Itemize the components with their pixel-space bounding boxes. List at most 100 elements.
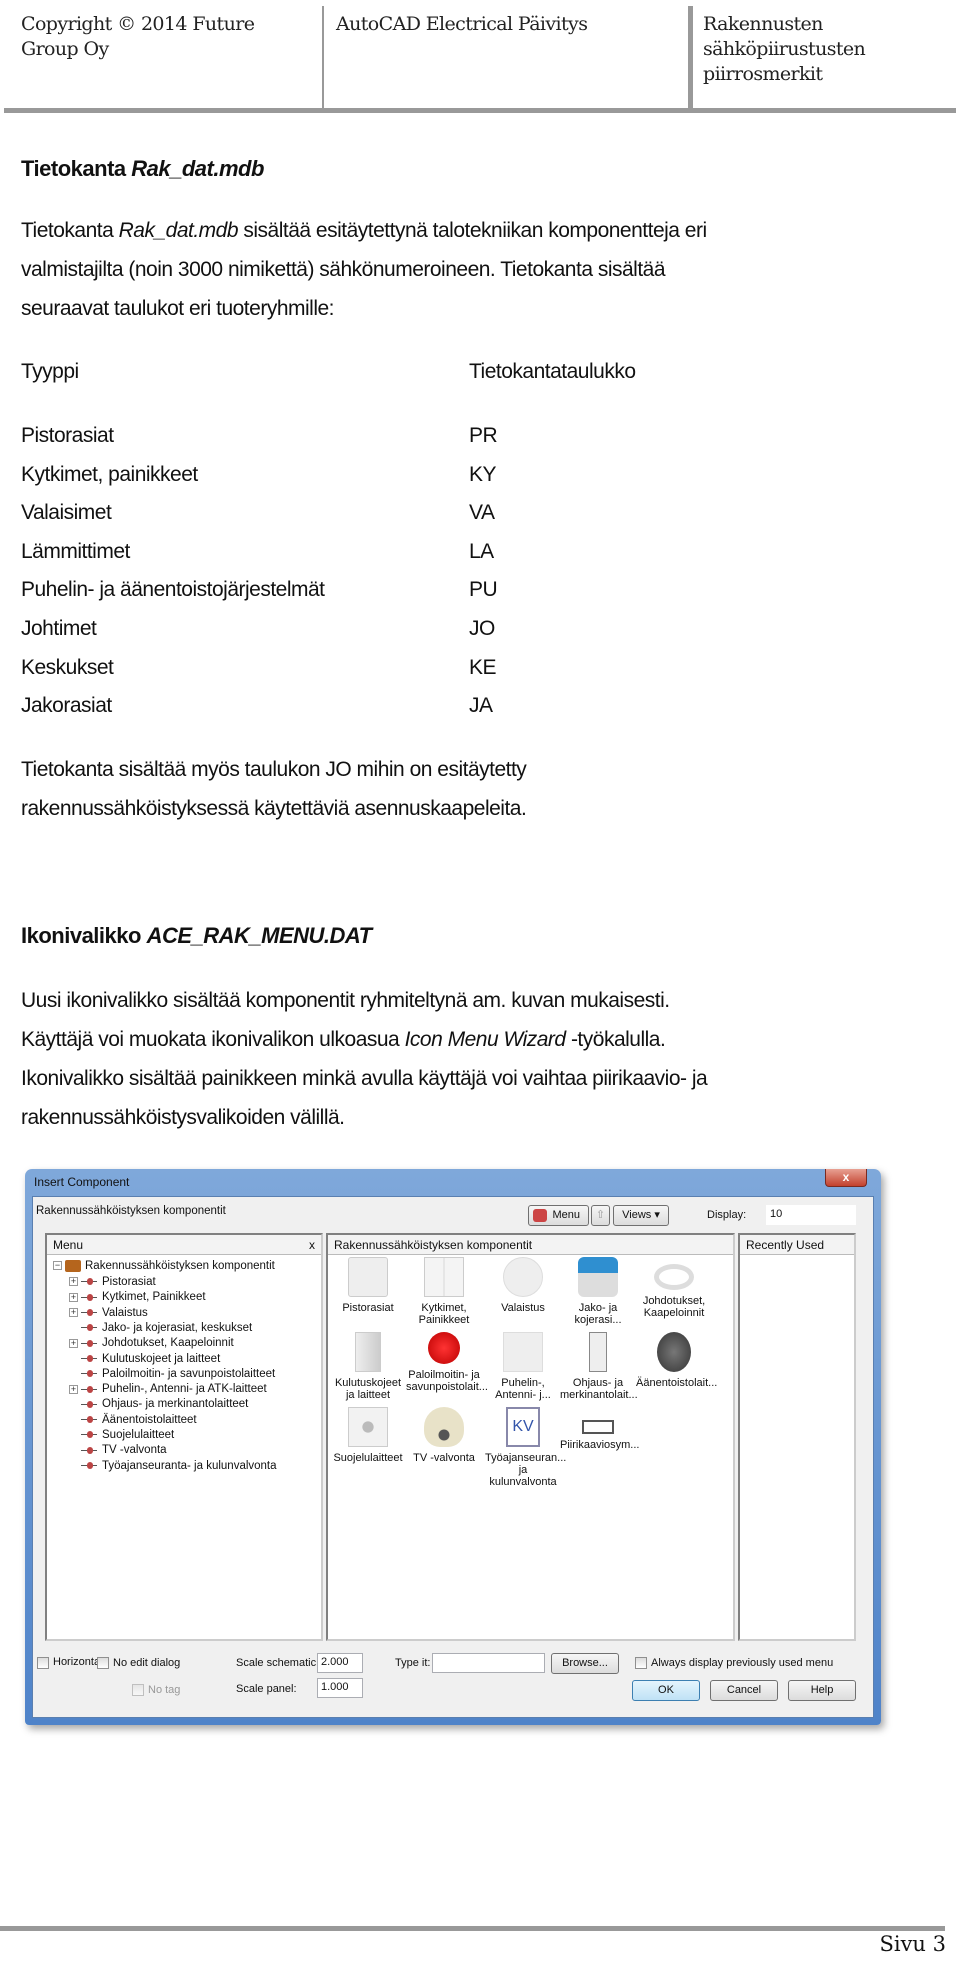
table-row-type: Kytkimet, painikkeet — [21, 462, 198, 486]
expand-icon[interactable]: + — [69, 1308, 78, 1318]
expand-icon[interactable]: + — [69, 1277, 78, 1287]
component-tile[interactable]: Puhelin-, Antenni- j... — [485, 1332, 561, 1401]
views-button[interactable]: Views ▾ — [613, 1205, 669, 1226]
help-button[interactable]: Help — [788, 1680, 856, 1701]
tree-item-label: Työajanseuranta- ja kulunvalvonta — [102, 1459, 277, 1472]
type-it-input[interactable] — [432, 1653, 545, 1673]
table-row-type: Lämmittimet — [21, 539, 130, 563]
text: -työkalulla. — [565, 1028, 666, 1051]
horizontal-checkbox[interactable] — [37, 1657, 49, 1669]
recently-used-panel: Recently Used — [738, 1233, 856, 1641]
menu-panel-title: Menu — [53, 1238, 84, 1252]
ok-button[interactable]: OK — [632, 1680, 700, 1701]
no-tag-checkbox[interactable] — [132, 1684, 144, 1696]
close-button[interactable]: x — [825, 1169, 867, 1187]
no-edit-dialog-label: No edit dialog — [113, 1657, 181, 1669]
component-tile[interactable]: Valaistus — [485, 1257, 561, 1314]
no-tag-label: No tag — [148, 1684, 181, 1696]
scale-schematic-input[interactable]: 2.000 — [317, 1653, 363, 1673]
tree-item[interactable]: + Pistorasiat — [69, 1275, 156, 1290]
tree-item-label: Äänentoistolaitteet — [102, 1413, 197, 1426]
table-row-type: Keskukset — [21, 655, 114, 679]
switch-icon — [424, 1257, 464, 1297]
always-display-checkbox[interactable] — [635, 1657, 647, 1669]
tree-item-label: Puhelin-, Antenni- ja ATK-laitteet — [102, 1383, 267, 1396]
close-icon[interactable]: x — [309, 1238, 315, 1252]
tree-item-label: Jako- ja kojerasiat, keskukset — [102, 1321, 253, 1334]
component-tile[interactable]: Johdotukset, Kaapeloinnit — [636, 1257, 712, 1319]
tree-item[interactable]: Kulutuskojeet ja laitteet — [81, 1352, 220, 1367]
component-tile[interactable]: Suojelulaitteet — [330, 1407, 406, 1464]
menu-button-label: Menu — [552, 1209, 580, 1221]
component-tile[interactable]: TV -valvonta — [406, 1407, 482, 1464]
collapse-icon[interactable]: − — [53, 1261, 62, 1271]
tree-item[interactable]: + Johdotukset, Kaapeloinnit — [69, 1336, 234, 1351]
tree-item[interactable]: Jako- ja kojerasiat, keskukset — [81, 1321, 252, 1336]
tree-root[interactable]: − Rakennussähköistyksen komponentit — [53, 1259, 275, 1274]
tree-item-label: Ohjaus- ja merkinantolaitteet — [102, 1398, 249, 1411]
menu-panel-header: Menu x — [47, 1235, 321, 1255]
heading-database: Tietokanta Rak_dat.mdb — [21, 156, 264, 182]
expand-icon[interactable]: + — [69, 1384, 78, 1394]
no-edit-dialog-checkbox[interactable] — [97, 1657, 109, 1669]
table-header-type: Tyyppi — [21, 360, 79, 383]
component-tile[interactable]: Pistorasiat — [330, 1257, 406, 1314]
icons-panel-title: Rakennussähköistyksen komponentit — [328, 1235, 733, 1255]
component-tile[interactable]: Äänentoistolait... — [636, 1332, 718, 1389]
tree-item[interactable]: + Valaistus — [69, 1306, 148, 1321]
table-row-type: Puhelin- ja äänentoistojärjestelmät — [21, 578, 325, 602]
table-row-code: JA — [469, 694, 493, 718]
component-icon — [81, 1278, 97, 1286]
table-row-type: Jakorasiat — [21, 694, 112, 718]
component-tile[interactable]: Jako- ja kojerasi... — [560, 1257, 636, 1326]
dialog-client: Rakennussähköistyksen komponentit Menu ⇧… — [32, 1196, 874, 1718]
antenna-socket-icon — [503, 1332, 543, 1372]
component-icon — [81, 1324, 97, 1332]
tree-item[interactable]: Ohjaus- ja merkinantolaitteet — [81, 1397, 248, 1412]
tree-item[interactable]: + Puhelin-, Antenni- ja ATK-laitteet — [69, 1382, 267, 1397]
component-tile[interactable]: Kulutuskojeet ja laitteet — [330, 1332, 406, 1401]
page-header: Copyright © 2014 Future Group Oy AutoCAD… — [0, 0, 960, 113]
component-tile[interactable]: Paloilmoitin- ja savunpoistolait... — [406, 1332, 488, 1393]
table-row-code: PR — [469, 424, 498, 447]
folder-icon — [65, 1259, 81, 1272]
icons-panel: Rakennussähköistyksen komponentit Pistor… — [326, 1233, 735, 1641]
heading-text: Ikonivalikko — [21, 923, 147, 948]
paragraph-line: rakennussähköistysvalikoiden välillä. — [21, 1106, 345, 1129]
tree-item-label: Kulutuskojeet ja laitteet — [102, 1352, 221, 1365]
component-icon — [81, 1370, 97, 1378]
cancel-button[interactable]: Cancel — [710, 1680, 778, 1701]
table-row-code: KE — [469, 655, 497, 679]
camera-icon — [424, 1407, 464, 1447]
expand-icon[interactable]: + — [69, 1292, 78, 1302]
tree-item[interactable]: Työajanseuranta- ja kulunvalvonta — [81, 1459, 277, 1474]
component-tile[interactable]: KV Työajanseuran... ja kulunvalvonta — [485, 1407, 566, 1488]
speaker-icon — [657, 1332, 691, 1372]
tree-item[interactable]: + Kytkimet, Painikkeet — [69, 1290, 206, 1305]
text: Käyttäjä voi muokata ikonivalikon ulkoas… — [21, 1028, 405, 1051]
expand-icon[interactable]: + — [69, 1338, 78, 1348]
heading-icon-menu: Ikonivalikko ACE_RAK_MENU.DAT — [21, 923, 372, 949]
tree-item[interactable]: TV -valvonta — [81, 1443, 167, 1458]
up-button[interactable]: ⇧ — [591, 1205, 610, 1226]
component-icon — [81, 1293, 97, 1301]
scale-panel-label: Scale panel: — [236, 1683, 297, 1695]
tree-item[interactable]: Suojelulaitteet — [81, 1428, 174, 1443]
component-tile[interactable]: Piirikaaviosym... — [560, 1407, 639, 1451]
paragraph-line: Tietokanta Rak_dat.mdb sisältää esitäyte… — [21, 218, 707, 244]
table-row-type: Pistorasiat — [21, 424, 114, 447]
schematic-symbol-icon — [582, 1420, 614, 1434]
display-input[interactable]: 10 — [766, 1205, 856, 1225]
display-label: Display: — [707, 1209, 747, 1221]
heading-filename: Rak_dat.mdb — [131, 156, 264, 181]
tree-item-label: Johdotukset, Kaapeloinnit — [102, 1337, 234, 1350]
insert-component-dialog: Insert Component x Rakennussähköistyksen… — [25, 1169, 881, 1725]
browse-button[interactable]: Browse... — [551, 1653, 619, 1674]
tree-item[interactable]: Äänentoistolaitteet — [81, 1413, 197, 1428]
tree-item[interactable]: Paloilmoitin- ja savunpoistolaitteet — [81, 1367, 275, 1382]
scale-panel-input[interactable]: 1.000 — [317, 1678, 363, 1698]
component-tile[interactable]: Kytkimet, Painikkeet — [406, 1257, 482, 1326]
component-tile[interactable]: Ohjaus- ja merkinantolait... — [560, 1332, 638, 1401]
menu-button[interactable]: Menu — [528, 1205, 589, 1226]
component-label: Äänentoistolait... — [636, 1377, 718, 1389]
